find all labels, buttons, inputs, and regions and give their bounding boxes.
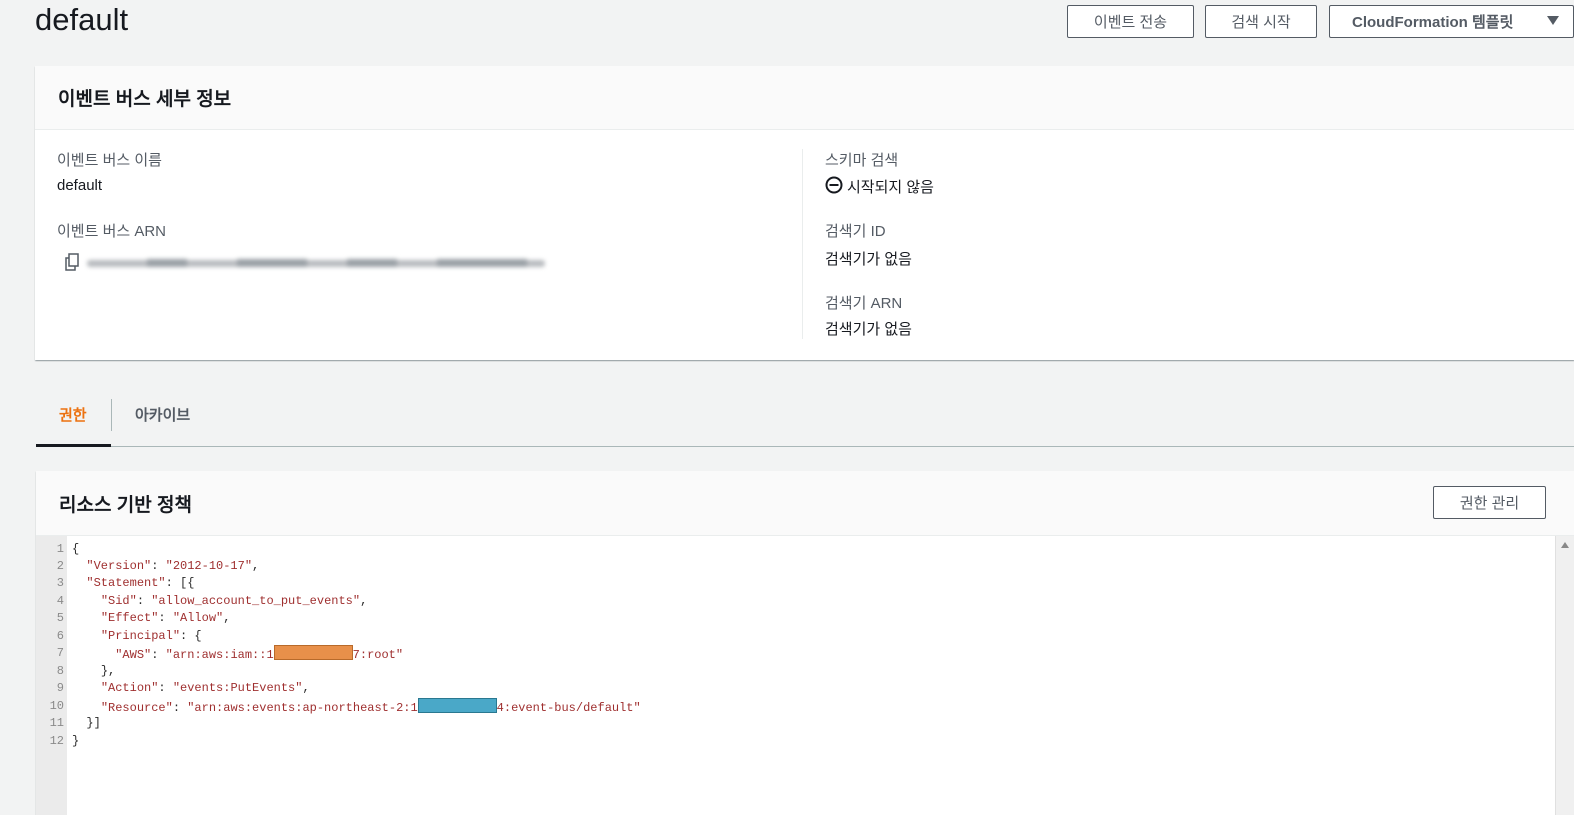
- copy-icon[interactable]: [65, 253, 79, 271]
- cloudformation-label: CloudFormation 템플릿: [1352, 14, 1514, 31]
- manage-permissions-button[interactable]: 권한 관리: [1433, 486, 1546, 519]
- tab-archive[interactable]: 아카이브: [135, 404, 190, 425]
- column-divider: [802, 149, 803, 339]
- schema-discovery-status: 시작되지 않음: [847, 179, 934, 196]
- discoverer-arn-value: 검색기가 없음: [825, 321, 912, 338]
- redacted-account-id: [417, 698, 497, 713]
- discoverer-id-label: 검색기 ID: [825, 223, 886, 240]
- discoverer-arn-label: 검색기 ARN: [825, 295, 903, 312]
- bus-arn-value-redacted: [87, 256, 545, 268]
- bus-name-value: default: [57, 177, 103, 194]
- tabs-underline: [36, 446, 1574, 447]
- panel-header: 이벤트 버스 세부 정보: [35, 66, 1574, 130]
- event-bus-details-panel: 이벤트 버스 세부 정보 이벤트 버스 이름 default 이벤트 버스 AR…: [35, 66, 1574, 360]
- send-events-button[interactable]: 이벤트 전송: [1067, 5, 1194, 38]
- panel-title: 이벤트 버스 세부 정보: [58, 89, 232, 110]
- start-discovery-button[interactable]: 검색 시작: [1205, 5, 1317, 38]
- discoverer-id-value: 검색기가 없음: [825, 251, 912, 268]
- caret-down-icon: [1547, 16, 1559, 25]
- editor-scrollbar[interactable]: [1555, 536, 1574, 815]
- redacted-account-id: [273, 645, 353, 660]
- panel-title: 리소스 기반 정책: [59, 495, 192, 516]
- schema-discovery-label: 스키마 검색: [825, 152, 899, 169]
- page-title: default: [35, 2, 129, 37]
- bus-name-label: 이벤트 버스 이름: [57, 152, 162, 169]
- cloudformation-template-dropdown[interactable]: CloudFormation 템플릿: [1329, 5, 1574, 38]
- bus-arn-label: 이벤트 버스 ARN: [57, 223, 167, 240]
- minus-circle-icon: [825, 176, 843, 194]
- panel-header: 리소스 기반 정책: [36, 471, 1574, 536]
- tab-separator: [111, 399, 112, 431]
- active-tab-indicator: [36, 444, 111, 447]
- tab-permissions[interactable]: 권한: [59, 404, 87, 425]
- scroll-up-icon[interactable]: [1561, 542, 1569, 548]
- policy-code-editor[interactable]: 1{ 2 "Version": "2012-10-17", 3 "Stateme…: [36, 536, 1574, 815]
